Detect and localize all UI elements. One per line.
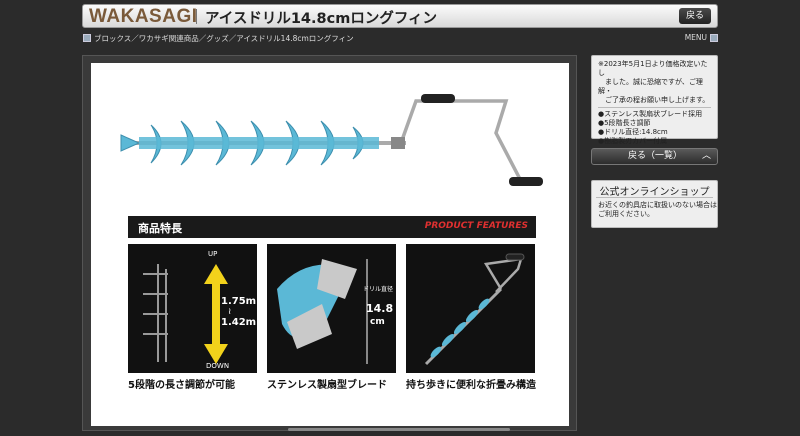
length-down-label: DOWN <box>206 362 230 370</box>
ice-drill-image <box>120 94 543 186</box>
home-icon[interactable] <box>83 34 91 42</box>
header-divider <box>196 9 197 24</box>
online-shop-box[interactable]: 公式オンラインショップ お近くの釣具店に取扱いのない場合は ご利用ください。 <box>591 180 718 228</box>
notice-divider <box>598 107 711 108</box>
page-title: アイスドリル14.8cmロングフィン <box>205 11 438 27</box>
breadcrumb-bar: ブロックス／ワカサギ関連商品／グッズ／アイスドリル14.8cmロングフィン ME… <box>82 33 718 45</box>
feature-caption-blade: ステンレス製扇型ブレード <box>267 380 387 391</box>
feature-image-length: UP 1.75m ≀ 1.42m DOWN <box>128 244 257 373</box>
feature-image-folding <box>406 244 535 373</box>
chevron-up-icon: ︿ <box>701 151 711 161</box>
menu-icon[interactable] <box>710 34 718 42</box>
shop-divider <box>596 197 713 198</box>
back-button[interactable]: 戻る <box>679 8 711 24</box>
diameter-unit: cm <box>370 317 385 327</box>
menu-button[interactable]: MENU <box>685 33 707 42</box>
spec-item: ●ステンレス製扇状ブレード採用 <box>598 110 703 118</box>
features-banner: 商品特長 PRODUCT FEATURES <box>128 216 536 238</box>
feature-caption-folding: 持ち歩きに便利な折畳み構造 <box>406 380 536 391</box>
length-sep-label: ≀ <box>228 307 232 317</box>
shop-description: お近くの釣具店に取扱いのない場合は ご利用ください。 <box>598 201 717 219</box>
spec-item: ●5段階長さ調節 <box>598 119 651 127</box>
price-notice-box: ※2023年5月1日より価格改定いたし ました。誠に恐縮ですが、ご理解・ ご了承… <box>591 55 718 145</box>
product-panel: 商品特長 PRODUCT FEATURES UP 1.75m ≀ 1.42m D… <box>82 55 577 431</box>
length-max-label: 1.75m <box>221 296 257 307</box>
site-logo[interactable]: WAKASAGI <box>89 6 198 28</box>
feature-caption-length: 5段階の長さ調節が可能 <box>128 380 235 391</box>
diameter-value: 14.8 <box>366 302 394 315</box>
features-heading: 商品特長 <box>138 222 182 235</box>
online-shop-link[interactable]: 公式オンラインショップ <box>592 183 717 198</box>
notice-line: ※2023年5月1日より価格改定いたし <box>598 60 708 77</box>
features-heading-en: PRODUCT FEATURES <box>424 221 528 231</box>
shop-desc-line: ご利用ください。 <box>598 210 654 218</box>
diameter-label: ドリル直径 <box>363 286 394 293</box>
shop-desc-line: お近くの釣具店に取扱いのない場合は <box>598 201 717 209</box>
notice-line: ご了承の程お願い申し上げます。 <box>598 96 710 104</box>
spec-item: ●ドリル直径:14.8cm <box>598 128 668 136</box>
notice-line: ました。誠に恐縮ですが、ご理解・ <box>598 78 703 95</box>
spec-item: ●樹脂製刃カバー付属 <box>598 137 668 145</box>
horizontal-scrollbar[interactable] <box>288 428 510 431</box>
back-to-list-button[interactable]: 戻る（一覧） ︿ <box>591 148 718 165</box>
back-to-list-label: 戻る（一覧） <box>628 151 683 161</box>
breadcrumb[interactable]: ブロックス／ワカサギ関連商品／グッズ／アイスドリル14.8cmロングフィン <box>94 33 354 44</box>
length-min-label: 1.42m <box>221 317 257 328</box>
top-header: WAKASAGI アイスドリル14.8cmロングフィン 戻る <box>82 4 718 28</box>
length-up-label: UP <box>208 250 218 258</box>
product-image-card: 商品特長 PRODUCT FEATURES UP 1.75m ≀ 1.42m D… <box>91 63 569 426</box>
price-notice: ※2023年5月1日より価格改定いたし ました。誠に恐縮ですが、ご理解・ ご了承… <box>598 60 711 105</box>
feature-image-blade: ドリル直径 14.8 cm <box>267 244 396 373</box>
